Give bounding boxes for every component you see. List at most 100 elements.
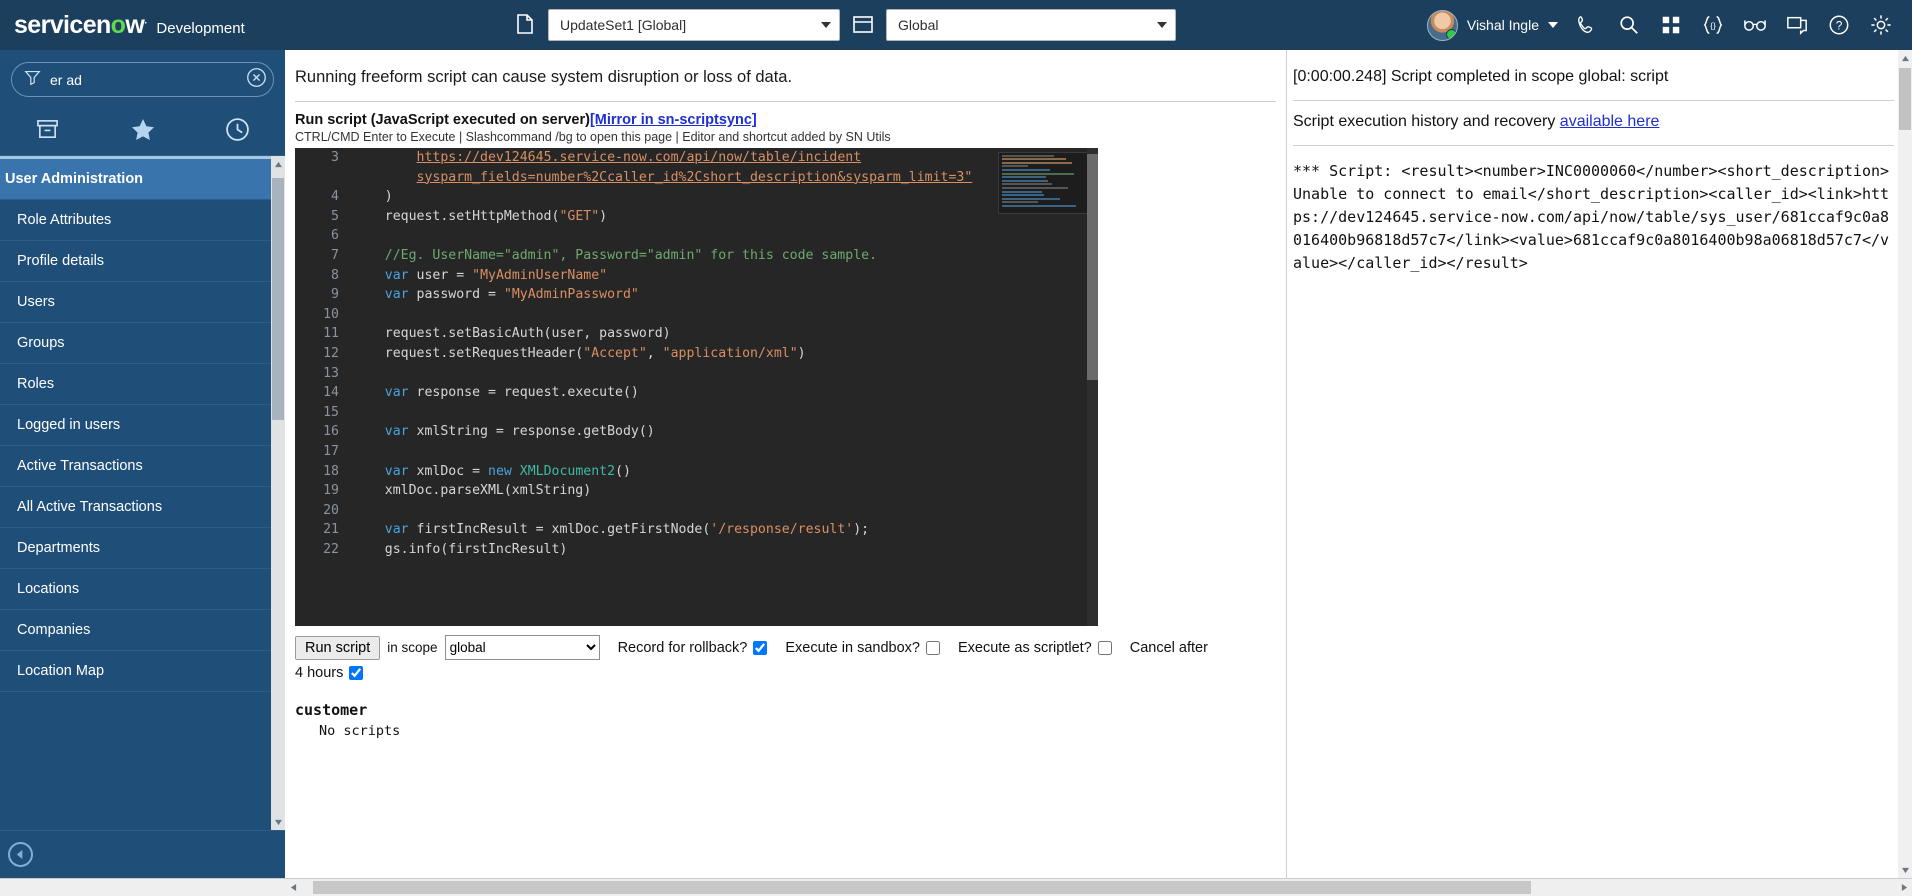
rollback-checkbox[interactable] (753, 640, 768, 655)
code-line[interactable]: 13 (295, 364, 1098, 384)
code-line[interactable]: 17 (295, 442, 1098, 462)
code-line[interactable]: 5 request.setHttpMethod("GET") (295, 207, 1098, 227)
help-icon[interactable]: ? (1826, 12, 1852, 38)
main-content: Running freeform script can cause system… (285, 50, 1912, 878)
line-content: gs.info(firstIncResult) (353, 541, 568, 557)
code-line[interactable]: sysparm_fields=number%2Ccaller_id%2Cshor… (295, 168, 1098, 188)
code-line[interactable]: 14 var response = request.execute() (295, 383, 1098, 403)
code-line[interactable]: 8 var user = "MyAdminUserName" (295, 266, 1098, 286)
sidebar-item-label: Groups (17, 335, 65, 351)
sidebar-tab-all[interactable] (0, 108, 95, 155)
bottom-scrollbar[interactable] (0, 878, 1912, 896)
sidebar-tab-favorites[interactable] (95, 108, 190, 155)
output-scrollbar[interactable] (1898, 50, 1912, 878)
line-number: 9 (331, 287, 339, 303)
code-line[interactable]: 18 var xmlDoc = new XMLDocument2() (295, 462, 1098, 482)
line-content: var user = "MyAdminUserName" (384, 267, 608, 283)
run-script-button[interactable]: Run script (295, 635, 381, 660)
sidebar-item-user-administration[interactable]: User Administration (0, 156, 285, 200)
brand-logo[interactable]: servicenow. Development (14, 11, 245, 40)
sidebar-item-location-map[interactable]: Location Map (0, 651, 285, 692)
code-line[interactable]: 4 ) (295, 187, 1098, 207)
filter-row (0, 50, 285, 108)
cancel-after-value: 4 hours (295, 665, 344, 681)
documents-icon[interactable] (512, 10, 538, 40)
grid-apps-icon[interactable] (1658, 12, 1684, 38)
updateset-selector[interactable]: UpdateSet1 [Global] (548, 9, 840, 41)
scroll-left-icon[interactable] (285, 879, 301, 896)
run-script-label: Run script (JavaScript executed on serve… (295, 112, 590, 128)
scope-select[interactable]: global (444, 635, 600, 660)
code-minimap[interactable] (998, 152, 1090, 214)
code-line[interactable]: 22 gs.info(firstIncResult) (295, 540, 1098, 560)
line-content: request.setHttpMethod("GET") (353, 208, 608, 224)
sidebar-item-roles[interactable]: Roles (0, 364, 285, 405)
code-line[interactable]: 21 var firstIncResult = xmlDoc.getFirstN… (295, 520, 1098, 540)
line-content: //Eg. UserName="admin", Password="admin"… (353, 247, 878, 263)
sidebar-item-logged-in-users[interactable]: Logged in users (0, 405, 285, 446)
filter-box[interactable] (11, 62, 274, 97)
no-scripts-text: No scripts (319, 723, 401, 739)
application-scope-selector[interactable]: Global (886, 9, 1176, 41)
code-line[interactable]: 9 var password = "MyAdminPassword" (295, 285, 1098, 305)
script-controls: Run script in scope global Record for ro… (295, 635, 1286, 681)
sidebar-item-role-attributes[interactable]: Role Attributes (0, 200, 285, 241)
sidebar-scroll-thumb[interactable] (272, 178, 284, 420)
sidebar-item-groups[interactable]: Groups (0, 323, 285, 364)
window-icon[interactable] (850, 10, 876, 40)
scroll-down-icon[interactable] (271, 814, 285, 830)
available-here-link[interactable]: available here (1560, 113, 1660, 130)
code-line[interactable]: 20 (295, 501, 1098, 521)
output-scroll-thumb[interactable] (1899, 68, 1911, 130)
scroll-down-icon[interactable] (1898, 862, 1912, 878)
code-line[interactable]: 7 //Eg. UserName="admin", Password="admi… (295, 246, 1098, 266)
gear-icon[interactable] (1868, 12, 1894, 38)
scroll-right-icon[interactable] (1896, 879, 1912, 896)
code-line[interactable]: 3 https://dev124645.service-now.com/api/… (295, 148, 1098, 168)
sidebar-item-users[interactable]: Users (0, 282, 285, 323)
script-status: [0:00:00.248] Script completed in scope … (1293, 68, 1669, 85)
sidebar-scrollbar[interactable] (271, 156, 285, 830)
cancel-after-checkbox[interactable] (349, 666, 364, 680)
editor-scrollbar[interactable] (1087, 148, 1098, 626)
search-icon[interactable] (1616, 12, 1642, 38)
search-input[interactable] (50, 71, 237, 88)
chat-icon[interactable] (1784, 12, 1810, 38)
code-line[interactable]: 19 xmlDoc.parseXML(xmlString) (295, 481, 1098, 501)
code-line[interactable]: 10 (295, 305, 1098, 325)
scriptlet-label: Execute as scriptlet? (957, 639, 1092, 656)
phone-icon[interactable] (1574, 12, 1600, 38)
code-line[interactable]: 15 (295, 403, 1098, 423)
mirror-scriptsync-link[interactable]: [Mirror in sn-scriptsync] (590, 112, 757, 128)
code-braces-icon[interactable]: {} (1700, 12, 1726, 38)
scroll-up-icon[interactable] (1898, 50, 1912, 66)
collapse-left-icon[interactable] (8, 842, 33, 867)
user-menu[interactable]: Vishal Ingle (1426, 9, 1558, 41)
clock-icon (225, 117, 250, 147)
editor-scroll-thumb[interactable] (1087, 154, 1098, 380)
sidebar-item-companies[interactable]: Companies (0, 610, 285, 651)
clear-circle-icon[interactable] (246, 67, 267, 93)
scope-value: Global (898, 17, 939, 33)
bottombar-thumb[interactable] (313, 881, 1531, 894)
sandbox-checkbox[interactable] (925, 640, 940, 655)
code-line[interactable]: 6 (295, 226, 1098, 246)
scriptlet-checkbox[interactable] (1097, 640, 1112, 655)
sidebar-item-departments[interactable]: Departments (0, 528, 285, 569)
code-line[interactable]: 16 var xmlString = response.getBody() (295, 422, 1098, 442)
filter-funnel-icon (24, 69, 41, 91)
glasses-icon[interactable] (1742, 12, 1768, 38)
sidebar-item-label: Active Transactions (17, 458, 143, 474)
sidebar-tab-history[interactable] (190, 108, 285, 155)
scroll-up-icon[interactable] (271, 156, 285, 172)
code-line[interactable]: 12 request.setRequestHeader("Accept", "a… (295, 344, 1098, 364)
code-body[interactable]: 3 https://dev124645.service-now.com/api/… (295, 148, 1098, 559)
sidebar-item-locations[interactable]: Locations (0, 569, 285, 610)
sidebar-item-active-transactions[interactable]: Active Transactions (0, 446, 285, 487)
code-editor[interactable]: 3 https://dev124645.service-now.com/api/… (295, 148, 1098, 626)
line-content: var password = "MyAdminPassword" (384, 287, 639, 303)
sidebar-item-profile-details[interactable]: Profile details (0, 241, 285, 282)
sidebar-item-all-active-transactions[interactable]: All Active Transactions (0, 487, 285, 528)
code-line[interactable]: 11 request.setBasicAuth(user, password) (295, 324, 1098, 344)
bottombar-track[interactable] (301, 879, 1896, 896)
